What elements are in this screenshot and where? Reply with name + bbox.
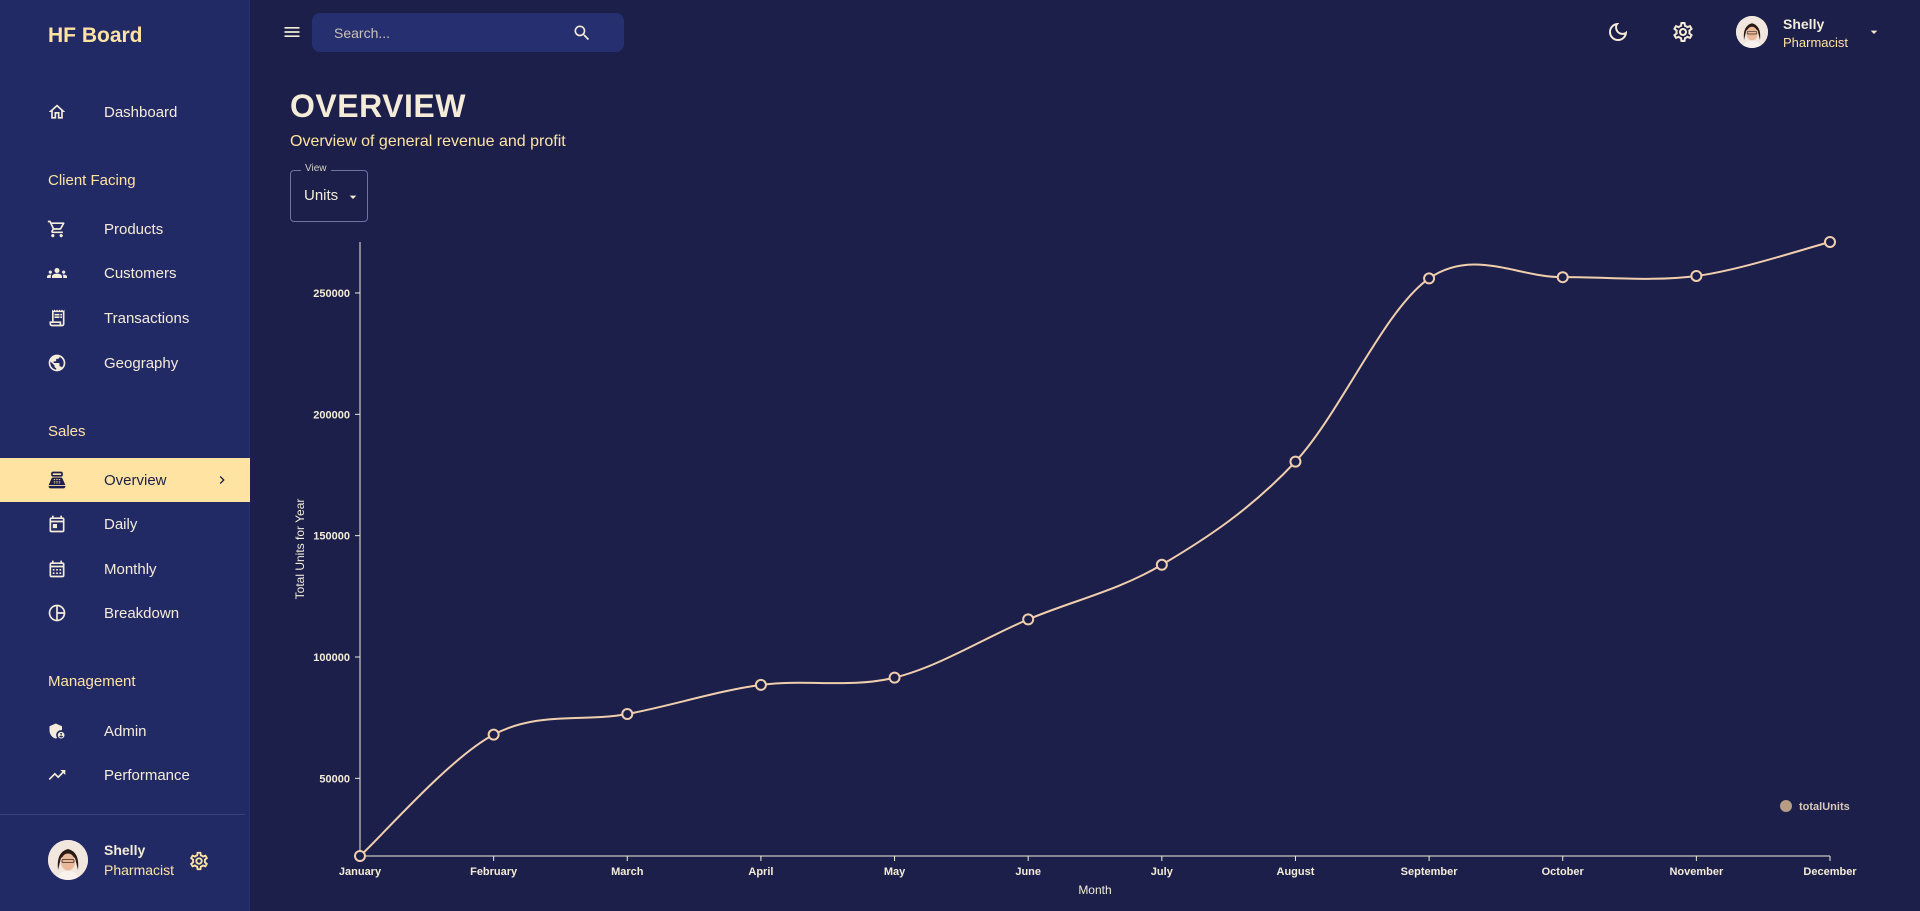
sidebar-item-label: Monthly (104, 560, 157, 578)
sidebar-item-performance[interactable]: Performance (0, 753, 250, 797)
avatar[interactable] (48, 840, 88, 880)
x-tick-label: August (1277, 866, 1315, 878)
x-tick-label: January (339, 866, 382, 878)
sidebar-item-label: Geography (104, 354, 179, 372)
sidebar-item-geography[interactable]: Geography (0, 341, 250, 385)
trending-up-icon (47, 765, 67, 785)
data-point (621, 708, 634, 721)
group-icon (47, 263, 67, 283)
sidebar-item-label: Performance (104, 766, 190, 784)
y-tick-label: 250000 (313, 288, 350, 300)
data-point (1556, 271, 1569, 284)
data-point (1289, 455, 1302, 468)
x-axis-label: Month (1078, 883, 1111, 897)
x-tick-label: November (1669, 866, 1724, 878)
overview-line-chart: 50000 100000 150000 200000 250000 January Febr… (293, 236, 1857, 897)
sidebar-item-products[interactable]: Products (0, 207, 250, 251)
sidebar-item-overview[interactable]: Overview (0, 458, 250, 502)
settings-gear-icon[interactable] (1671, 20, 1695, 44)
chevron-right-icon (214, 472, 230, 488)
page-subtitle: Overview of general revenue and profit (290, 133, 566, 150)
sidebar-item-label: Breakdown (104, 604, 180, 622)
sidebar-item-label: Products (104, 220, 164, 238)
legend-dot (1780, 800, 1792, 812)
data-point (1690, 269, 1703, 282)
topbar-user-role: Pharmacist (1783, 35, 1849, 50)
sidebar-item-customers[interactable]: Customers (0, 251, 250, 295)
home-icon (47, 102, 67, 122)
y-tick-label: 100000 (313, 652, 350, 664)
x-tick-label: December (1803, 866, 1857, 878)
sidebar-divider (0, 814, 245, 815)
sidebar-item-daily[interactable]: Daily (0, 502, 250, 546)
calendar-today-icon (47, 514, 67, 534)
section-management: Management (48, 673, 136, 690)
settings-gear-icon[interactable] (188, 850, 210, 872)
y-axis-label: Total Units for Year (293, 499, 307, 600)
x-tick-label: September (1401, 866, 1459, 878)
sidebar-item-transactions[interactable]: Transactions (0, 296, 250, 340)
view-select[interactable]: View Units (290, 163, 368, 222)
arrow-drop-down-icon[interactable] (1866, 24, 1882, 40)
data-point (754, 678, 767, 691)
sidebar-item-dashboard[interactable]: Dashboard (0, 90, 250, 134)
calendar-month-icon (47, 559, 67, 579)
page-title: OVERVIEW (290, 88, 466, 124)
x-tick-label: March (611, 866, 644, 878)
data-point (888, 671, 901, 684)
x-tick-label: May (884, 866, 906, 878)
section-client-facing: Client Facing (48, 172, 136, 189)
sidebar-item-label: Dashboard (104, 103, 178, 121)
globe-icon (47, 353, 67, 373)
receipt-icon (47, 308, 67, 328)
x-tick-label: February (470, 866, 518, 878)
menu-icon[interactable] (282, 22, 302, 42)
data-point (1155, 558, 1168, 571)
sidebar-item-label: Customers (104, 264, 177, 282)
sidebar-user-role: Pharmacist (104, 862, 175, 878)
legend-label: totalUnits (1799, 801, 1850, 813)
avatar (1736, 16, 1768, 48)
sidebar-item-breakdown[interactable]: Breakdown (0, 591, 250, 635)
view-select-value: Units (304, 187, 339, 204)
sidebar-item-label: Admin (104, 722, 147, 740)
admin-shield-icon (47, 721, 67, 741)
data-point (487, 728, 500, 741)
series-line-totalUnits (359, 241, 1831, 857)
x-tick-label: April (748, 866, 773, 878)
y-tick-label: 200000 (313, 409, 350, 421)
sidebar-item-admin[interactable]: Admin (0, 709, 250, 753)
y-tick-label: 150000 (313, 531, 350, 543)
topbar-user-menu[interactable]: Shelly Pharmacist (1736, 16, 1886, 50)
data-point (354, 850, 366, 862)
sidebar-user-name: Shelly (104, 842, 146, 858)
shopping-cart-icon (47, 219, 67, 239)
data-point (1423, 272, 1436, 285)
pie-chart-icon (47, 603, 67, 623)
x-tick-label: June (1015, 866, 1041, 878)
brand-logo[interactable]: HF Board (48, 24, 143, 48)
view-select-label: View (301, 163, 331, 174)
sidebar: HF Board Dashboard Client Facing Product… (0, 0, 250, 911)
dark-mode-moon-icon[interactable] (1606, 20, 1630, 44)
x-tick-label: October (1542, 866, 1585, 878)
search-bar (312, 13, 624, 52)
search-icon[interactable] (572, 23, 592, 43)
data-point (1824, 236, 1836, 248)
sidebar-item-label: Overview (104, 471, 167, 489)
sidebar-item-monthly[interactable]: Monthly (0, 547, 250, 591)
search-input[interactable] (334, 13, 574, 52)
point-of-sale-icon (47, 470, 67, 490)
sidebar-item-label: Daily (104, 515, 138, 533)
sidebar-item-label: Transactions (104, 309, 190, 327)
x-tick-label: July (1151, 866, 1174, 878)
arrow-drop-down-icon (345, 189, 361, 205)
topbar-user-name: Shelly (1783, 16, 1825, 32)
section-sales: Sales (48, 423, 86, 440)
y-tick-label: 50000 (319, 773, 350, 785)
data-point (1022, 613, 1035, 626)
